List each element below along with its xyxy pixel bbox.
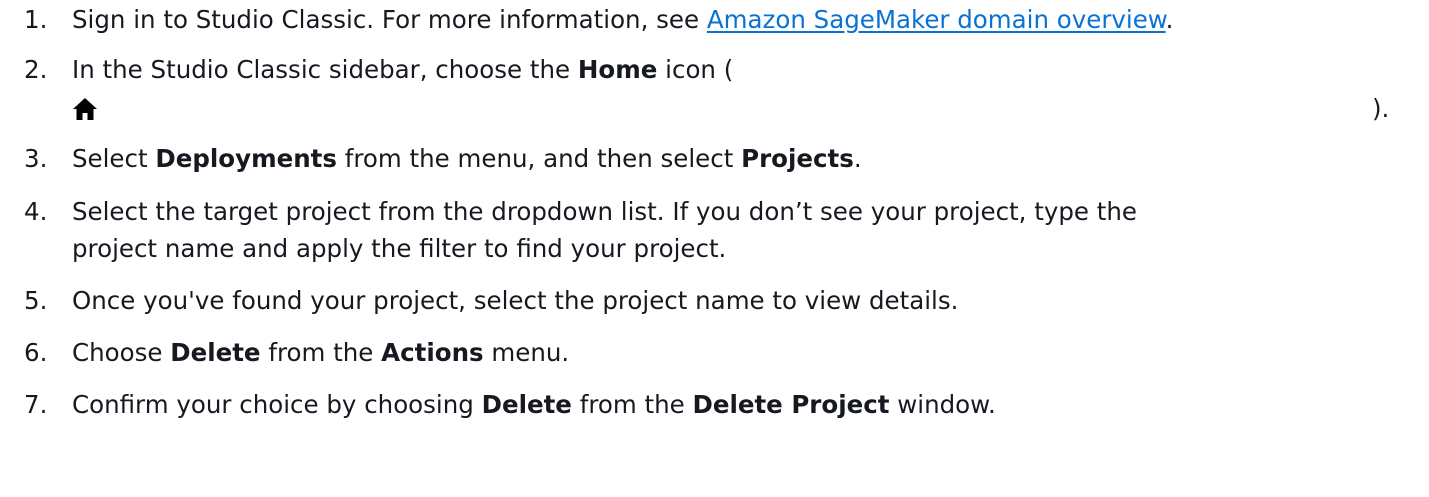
step-text-bold: Delete	[481, 390, 572, 419]
step-text-bold: Delete	[170, 338, 261, 367]
step-text: Once you've found your project, select t…	[72, 286, 959, 315]
step-text-bold: Deployments	[155, 144, 337, 173]
step-text: Confirm your choice by choosing Delete f…	[72, 385, 1372, 424]
step-text: Select Deployments from the menu, and th…	[72, 139, 1372, 178]
step-text-part: In the Studio Classic sidebar, choose th…	[72, 55, 578, 84]
step-2: 2. In the Studio Classic sidebar, choose…	[0, 50, 1429, 135]
step-text-bold: Delete Project	[692, 390, 890, 419]
close-paren: ).	[1372, 94, 1390, 123]
step-text-part: .	[1165, 5, 1174, 34]
step-text: Sign in to Studio Classic. For more info…	[72, 0, 1372, 39]
step-text: In the Studio Classic sidebar, choose th…	[72, 50, 1372, 89]
step-text-line-2: project name and apply the filter to fin…	[72, 234, 727, 263]
step-text-part: menu.	[483, 338, 570, 367]
step-text-part: Choose	[72, 338, 171, 367]
step-text-part: Select	[72, 144, 156, 173]
step-text-bold: Home	[577, 55, 658, 84]
step-text-part: window.	[889, 390, 996, 419]
step-number: 6.	[24, 338, 48, 367]
step-text-bold: Actions	[381, 338, 484, 367]
step-number: 3.	[24, 144, 48, 173]
domain-overview-link[interactable]: Amazon SageMaker domain overview	[707, 5, 1166, 34]
step-text-part: from the menu, and then select	[336, 144, 742, 173]
step-text-bold: Projects	[741, 144, 854, 173]
step-number: 1.	[24, 5, 48, 34]
step-number: 5.	[24, 286, 48, 315]
step-text-part: from the	[571, 390, 693, 419]
step-text-line-1: Select the target project from the dropd…	[72, 197, 1137, 226]
step-number: 4.	[24, 197, 48, 226]
step-text-part: icon (	[657, 55, 734, 84]
step-text-part: Sign in to Studio Classic. For more info…	[72, 5, 707, 34]
step-text-part: Confirm your choice by choosing	[72, 390, 482, 419]
step-text-part: .	[853, 144, 862, 173]
step-number: 2.	[24, 55, 48, 84]
step-text: Choose Delete from the Actions menu.	[72, 333, 1372, 372]
step-text-part: from the	[260, 338, 382, 367]
step-number: 7.	[24, 390, 48, 419]
home-icon	[73, 98, 97, 120]
